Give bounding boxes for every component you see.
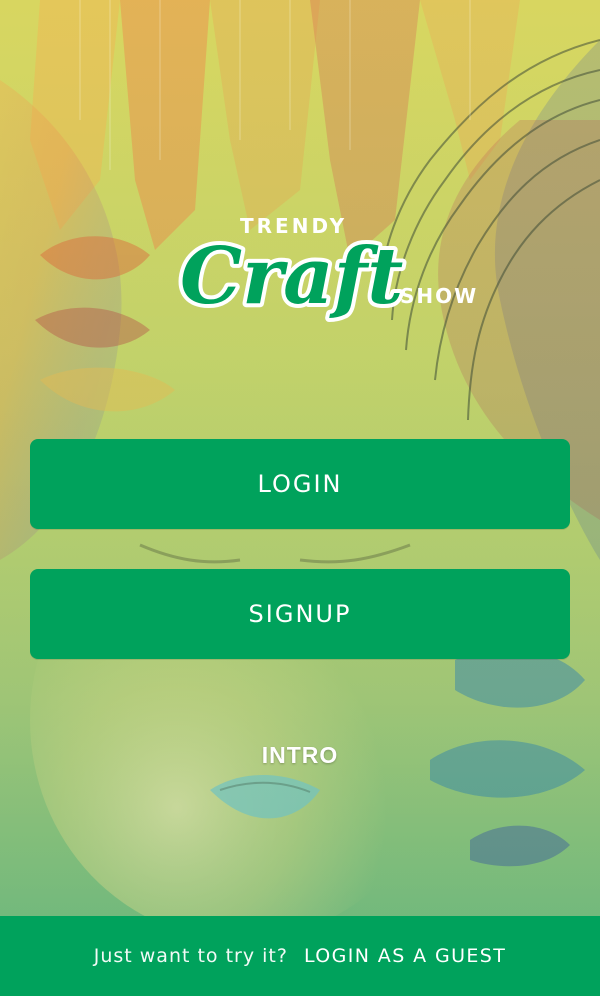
logo-word-show: SHOW — [400, 284, 478, 308]
intro-link[interactable]: INTRO — [0, 742, 600, 769]
trendy-craft-show-logo-icon: TRENDY Craft SHOW — [176, 214, 478, 326]
intro-label: INTRO — [261, 742, 339, 768]
guest-bar: Just want to try it? LOGIN AS A GUEST — [0, 916, 600, 996]
app-logo: TRENDY Craft SHOW — [170, 205, 490, 335]
signup-button[interactable]: SIGNUP — [30, 569, 570, 659]
logo-word-craft: Craft — [180, 231, 403, 322]
login-as-guest-link[interactable]: LOGIN AS A GUEST — [304, 945, 506, 967]
guest-prompt-text: Just want to try it? — [93, 945, 288, 967]
app-screen: TRENDY Craft SHOW LOGIN SIGNUP INTRO Jus… — [0, 0, 600, 996]
login-button[interactable]: LOGIN — [30, 439, 570, 529]
login-button-label: LOGIN — [257, 470, 343, 498]
signup-button-label: SIGNUP — [248, 600, 352, 628]
